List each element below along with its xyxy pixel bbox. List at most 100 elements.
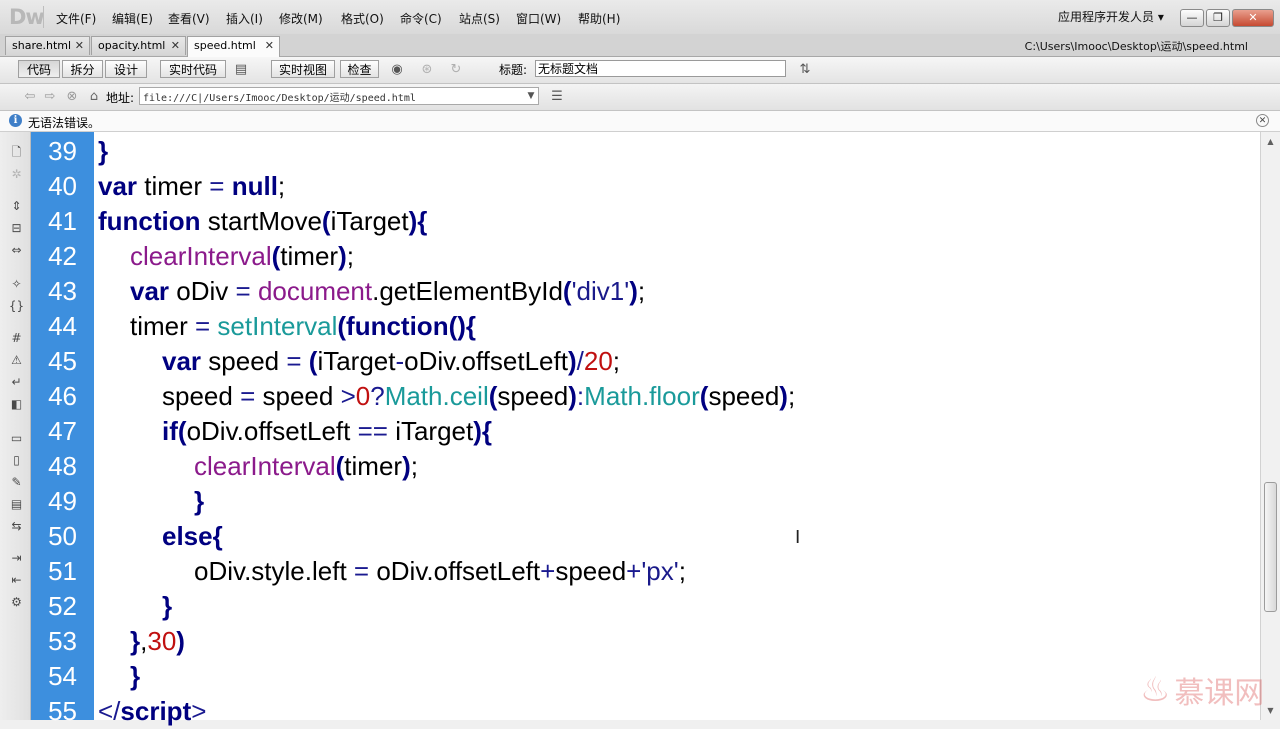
collapse-full-tag-icon[interactable]: ⇕ bbox=[8, 198, 25, 215]
tab-close-icon[interactable]: ✕ bbox=[265, 37, 274, 55]
forward-arrow-icon[interactable]: ⇨ bbox=[41, 88, 59, 105]
info-close-icon[interactable]: ✕ bbox=[1256, 114, 1269, 127]
address-input[interactable] bbox=[139, 87, 539, 105]
show-code-navigator-icon[interactable]: ✲ bbox=[8, 166, 25, 183]
live-view-button[interactable]: 实时视图 bbox=[271, 60, 335, 78]
view-options-icon[interactable]: ☰ bbox=[548, 88, 566, 105]
code-token: startMove bbox=[200, 206, 322, 236]
menu-file[interactable]: 文件(F) bbox=[56, 10, 96, 27]
tab-speed-html[interactable]: speed.html ✕ bbox=[187, 36, 280, 57]
format-source-code-icon[interactable]: ⚙ bbox=[8, 594, 25, 611]
menu-edit[interactable]: 编辑(E) bbox=[112, 10, 153, 27]
inspect-button[interactable]: 检查 bbox=[340, 60, 379, 78]
menu-window[interactable]: 窗口(W) bbox=[516, 10, 561, 27]
back-arrow-icon[interactable]: ⇦ bbox=[21, 88, 39, 105]
recent-snippets-icon[interactable]: ▤ bbox=[8, 496, 25, 513]
remove-comment-icon[interactable]: ▯ bbox=[8, 452, 25, 469]
close-button[interactable]: ✕ bbox=[1232, 9, 1274, 27]
collapse-selection-icon[interactable]: ⊟ bbox=[8, 220, 25, 237]
code-token: var bbox=[162, 346, 202, 376]
tab-close-icon[interactable]: ✕ bbox=[171, 37, 180, 55]
menu-commands[interactable]: 命令(C) bbox=[400, 10, 442, 27]
balance-braces-icon[interactable]: {} bbox=[8, 298, 25, 315]
code-token: ( bbox=[337, 311, 347, 341]
code-token: > bbox=[191, 696, 207, 726]
code-token: ( bbox=[271, 241, 281, 271]
word-wrap-icon[interactable]: ↵ bbox=[8, 374, 25, 391]
code-token: ? bbox=[370, 381, 385, 411]
tab-close-icon[interactable]: ✕ bbox=[75, 37, 84, 55]
wrap-tag-icon[interactable]: ✎ bbox=[8, 474, 25, 491]
code-token: timer bbox=[280, 241, 339, 271]
workspace-switcher[interactable]: 应用程序开发人员 ▾ bbox=[1058, 8, 1164, 25]
highlight-invalid-code-icon[interactable]: ⚠ bbox=[8, 352, 25, 369]
code-line: } bbox=[162, 589, 172, 624]
code-token: speed bbox=[555, 556, 627, 586]
code-token: ( bbox=[562, 276, 572, 306]
line-number: 40 bbox=[48, 171, 77, 201]
menu-insert[interactable]: 插入(I) bbox=[226, 10, 263, 27]
refresh-icon[interactable]: ↻ bbox=[447, 61, 465, 78]
code-token: ( bbox=[321, 206, 331, 236]
check-page-icon[interactable]: ⇅ bbox=[793, 61, 817, 78]
code-token: clearInterval bbox=[130, 241, 272, 271]
code-token: 'px' bbox=[641, 556, 679, 586]
tab-share-html[interactable]: share.html ✕ bbox=[5, 36, 90, 55]
info-icon: i bbox=[9, 114, 22, 127]
code-token: Math.floor bbox=[584, 381, 700, 411]
scrollbar-thumb[interactable] bbox=[1264, 482, 1277, 612]
line-number: 47 bbox=[48, 416, 77, 446]
menu-site[interactable]: 站点(S) bbox=[459, 10, 500, 27]
open-documents-icon[interactable]: 🗋 bbox=[8, 144, 25, 161]
document-title-input[interactable] bbox=[535, 60, 786, 77]
scroll-up-arrow-icon[interactable]: ▲ bbox=[1264, 135, 1277, 148]
split-view-button[interactable]: 拆分 bbox=[62, 60, 103, 78]
address-dropdown-icon[interactable]: ▼ bbox=[524, 88, 538, 104]
scroll-down-arrow-icon[interactable]: ▼ bbox=[1264, 704, 1277, 717]
line-numbers-icon[interactable]: # bbox=[8, 330, 25, 347]
vertical-scrollbar[interactable]: ▲ ▼ bbox=[1260, 132, 1280, 720]
line-number: 49 bbox=[48, 486, 77, 516]
code-token: iTarget bbox=[387, 416, 474, 446]
code-token: ; bbox=[410, 451, 418, 481]
menu-format[interactable]: 格式(O) bbox=[341, 10, 384, 27]
move-css-icon[interactable]: ⇆ bbox=[8, 518, 25, 535]
inspect-code-icon[interactable]: ▤ bbox=[232, 61, 250, 78]
design-view-button[interactable]: 设计 bbox=[105, 60, 147, 78]
title-label: 标题: bbox=[499, 63, 528, 77]
stop-icon[interactable]: ⊗ bbox=[63, 88, 81, 105]
code-token: setInterval bbox=[217, 311, 338, 341]
code-token: oDiv bbox=[169, 276, 236, 306]
line-number: 39 bbox=[48, 136, 77, 166]
code-token: } bbox=[194, 486, 205, 516]
expand-all-icon[interactable]: ⇔ bbox=[8, 242, 25, 259]
code-token: = bbox=[353, 556, 370, 586]
outdent-code-icon[interactable]: ⇤ bbox=[8, 572, 25, 589]
menu-help[interactable]: 帮助(H) bbox=[578, 10, 620, 27]
line-number: 54 bbox=[48, 661, 77, 691]
apply-comment-icon[interactable]: ▭ bbox=[8, 430, 25, 447]
indent-code-icon[interactable]: ⇥ bbox=[8, 550, 25, 567]
line-number: 55 bbox=[48, 696, 77, 726]
code-token: ) bbox=[568, 381, 577, 411]
minimize-button[interactable]: — bbox=[1180, 9, 1204, 27]
home-icon[interactable]: ⌂ bbox=[85, 88, 103, 105]
menu-modify[interactable]: 修改(M) bbox=[279, 10, 323, 27]
restore-button[interactable]: ❐ bbox=[1206, 9, 1230, 27]
line-number: 52 bbox=[48, 591, 77, 621]
syntax-error-alerts-icon[interactable]: ◧ bbox=[8, 396, 25, 413]
code-token: ; bbox=[637, 276, 646, 306]
code-token: var bbox=[98, 171, 138, 201]
file-management-icon[interactable]: ⊛ bbox=[418, 61, 436, 78]
line-number: 53 bbox=[48, 626, 77, 656]
code-token: ( bbox=[177, 416, 187, 446]
code-token: if bbox=[162, 416, 178, 446]
code-token: oDiv.offsetLeft bbox=[404, 346, 568, 376]
menu-view[interactable]: 查看(V) bbox=[168, 10, 210, 27]
tab-opacity-html[interactable]: opacity.html ✕ bbox=[91, 36, 186, 55]
select-parent-tag-icon[interactable]: ✧ bbox=[8, 276, 25, 293]
live-code-button[interactable]: 实时代码 bbox=[160, 60, 226, 78]
code-line: </script> bbox=[98, 694, 206, 729]
code-view-button[interactable]: 代码 bbox=[18, 60, 60, 78]
browser-preview-icon[interactable]: ◉ bbox=[388, 61, 406, 78]
